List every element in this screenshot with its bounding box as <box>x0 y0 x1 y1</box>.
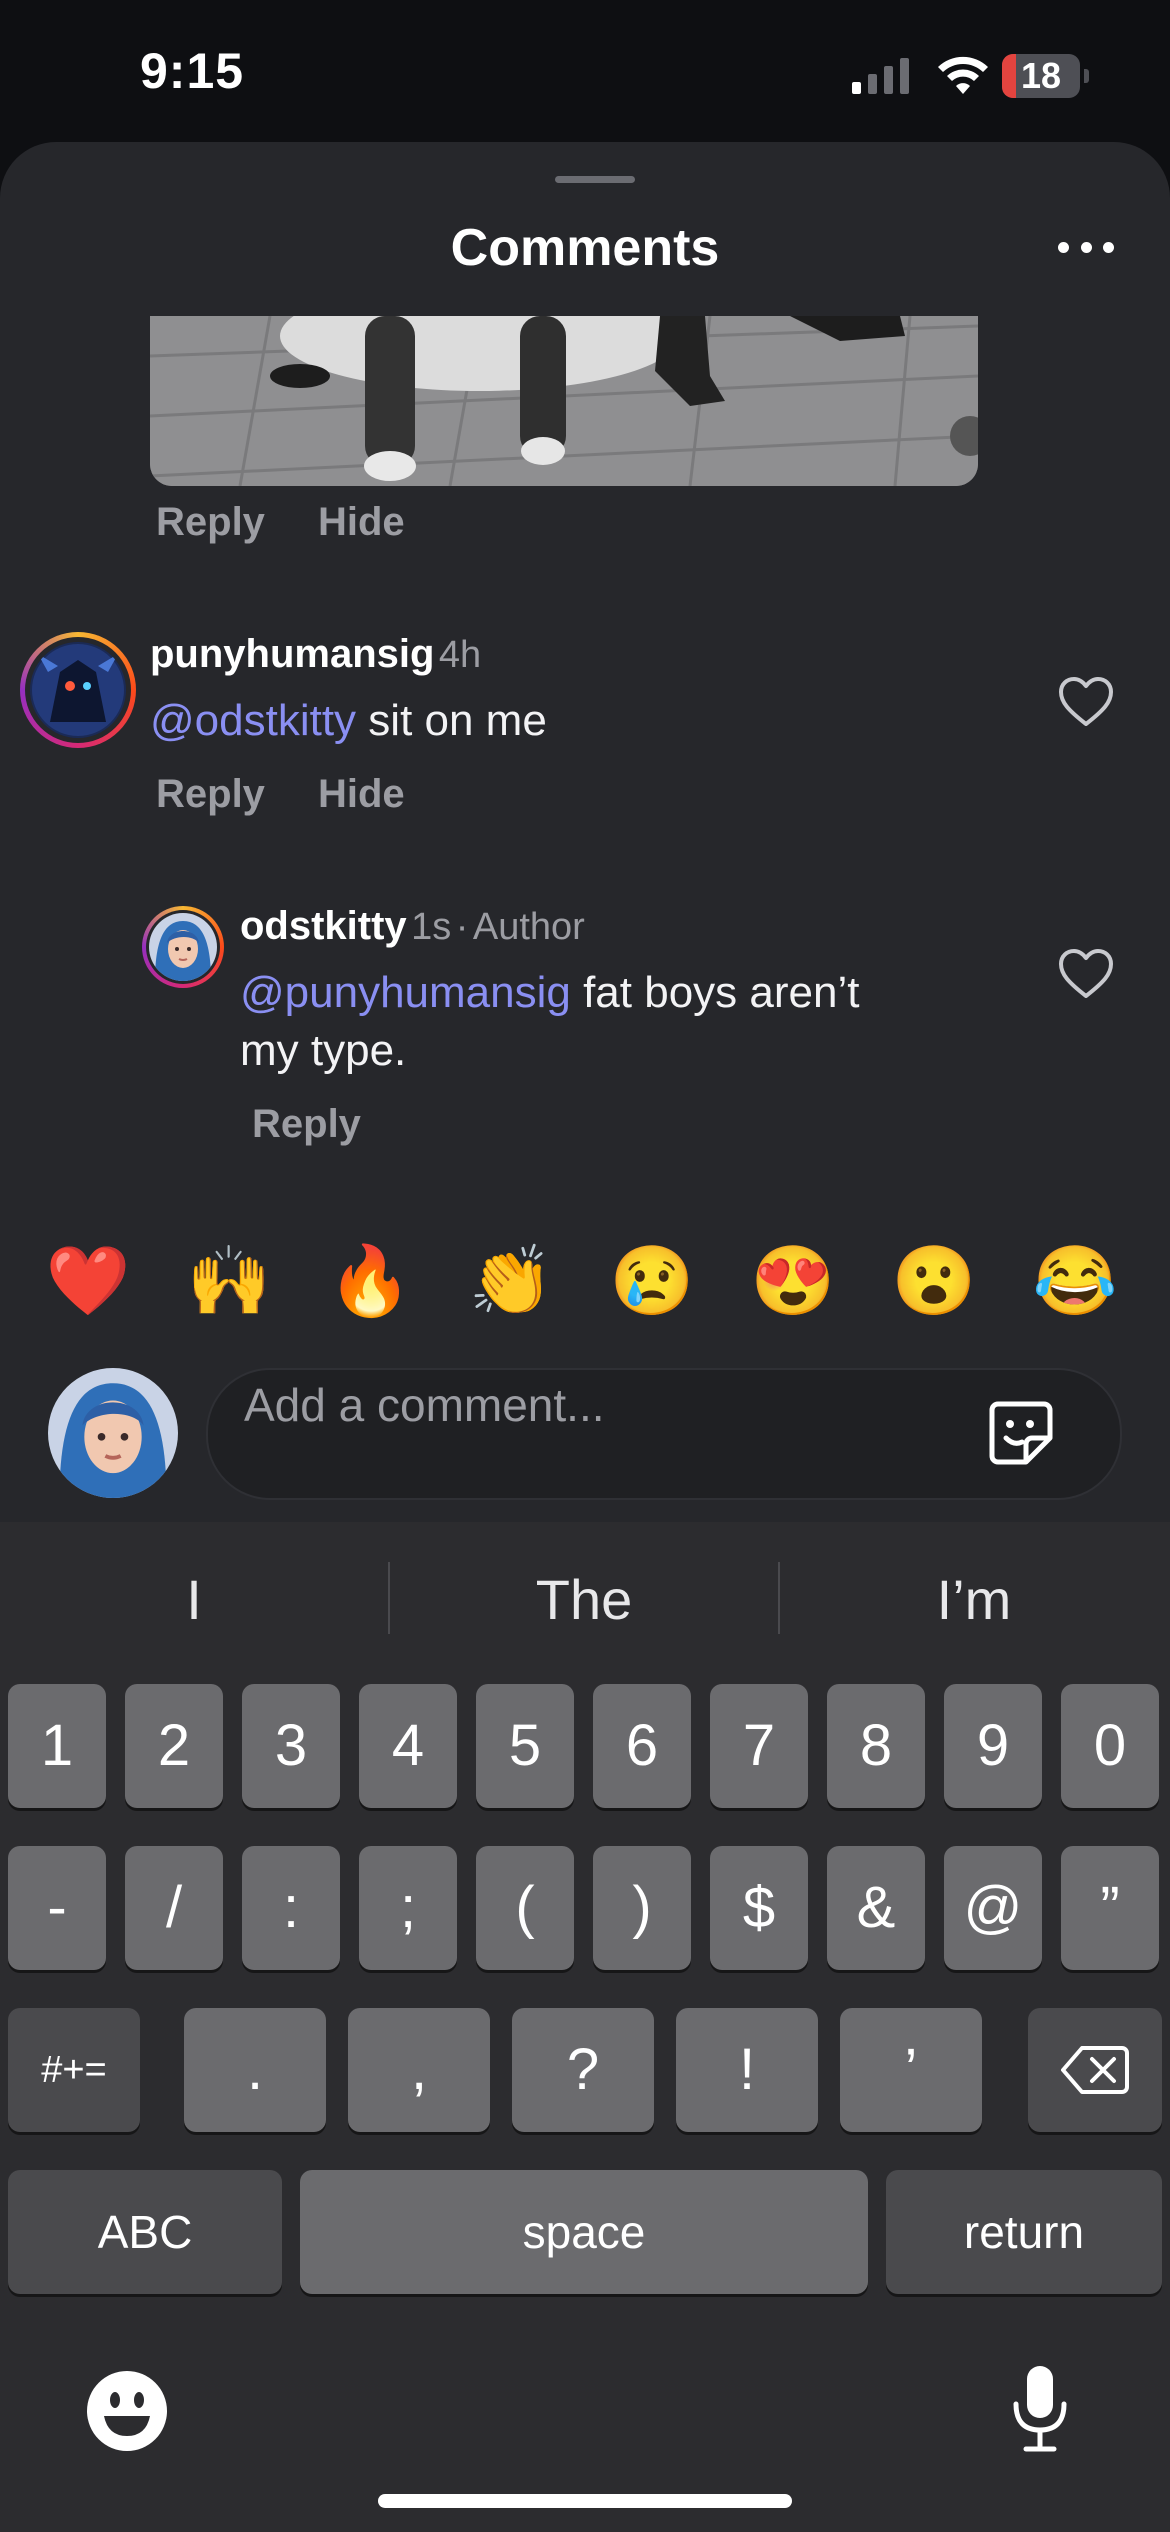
key-apostrophe[interactable]: ’ <box>840 2008 982 2132</box>
emoji-laughing[interactable]: 😂 <box>1030 1236 1120 1326</box>
key-hyphen[interactable]: - <box>8 1846 106 1970</box>
key-colon[interactable]: : <box>242 1846 340 1970</box>
comment-header: odstkitty 1s · Author <box>240 904 585 949</box>
emoji-reaction-bar: ❤️ 🙌 🔥 👏 😢 😍 😮 😂 <box>0 1236 1170 1326</box>
key-close-paren[interactable]: ) <box>593 1846 691 1970</box>
reply-button[interactable]: Reply <box>156 500 265 545</box>
battery-level: 18 <box>1020 55 1062 96</box>
sticker-icon[interactable] <box>986 1398 1056 1468</box>
battery-icon: 18 <box>1002 54 1092 98</box>
key-9[interactable]: 9 <box>944 1684 1042 1808</box>
key-8[interactable]: 8 <box>827 1684 925 1808</box>
microphone-icon[interactable] <box>1010 2364 1070 2454</box>
key-more-symbols[interactable]: #+= <box>8 2008 140 2132</box>
key-at[interactable]: @ <box>944 1846 1042 1970</box>
comment-body: sit on me <box>356 696 547 745</box>
key-6[interactable]: 6 <box>593 1684 691 1808</box>
key-5[interactable]: 5 <box>476 1684 574 1808</box>
mention-link[interactable]: @odstkitty <box>150 696 356 745</box>
reply-button[interactable]: Reply <box>252 1102 361 1147</box>
wifi-icon <box>938 56 988 94</box>
sheet-title: Comments <box>450 219 720 277</box>
emoji-surprised[interactable]: 😮 <box>889 1236 979 1326</box>
key-comma[interactable]: , <box>348 2008 490 2132</box>
key-4[interactable]: 4 <box>359 1684 457 1808</box>
emoji-fire[interactable]: 🔥 <box>325 1236 415 1326</box>
status-time: 9:15 <box>140 43 245 99</box>
key-abc[interactable]: ABC <box>8 2170 282 2294</box>
comment-header: punyhumansig 4h <box>150 632 481 677</box>
heart-icon[interactable] <box>1058 676 1114 728</box>
key-question[interactable]: ? <box>512 2008 654 2132</box>
key-ampersand[interactable]: & <box>827 1846 925 1970</box>
comment-text: @odstkitty sit on me <box>150 692 547 750</box>
avatar[interactable] <box>20 632 136 748</box>
hide-button[interactable]: Hide <box>318 500 405 545</box>
key-slash[interactable]: / <box>125 1846 223 1970</box>
comment-body-line2: my type. <box>240 1026 407 1075</box>
comment-time: 4h <box>438 634 482 676</box>
emoji-heart[interactable]: ❤️ <box>43 1236 133 1326</box>
comment-time: 1s <box>411 906 452 948</box>
key-7[interactable]: 7 <box>710 1684 808 1808</box>
suggestion-2[interactable]: The <box>390 1560 778 1640</box>
comment-input-placeholder: Add a comment... <box>244 1379 605 1431</box>
suggestion-1[interactable]: I <box>0 1560 388 1640</box>
more-horizontal-icon[interactable] <box>1058 242 1114 256</box>
meta-separator: · <box>455 906 469 948</box>
mention-link[interactable]: @punyhumansig <box>240 968 571 1017</box>
key-dollar[interactable]: $ <box>710 1846 808 1970</box>
backspace-icon <box>1061 2046 1129 2094</box>
key-quote[interactable]: ” <box>1061 1846 1159 1970</box>
comment-text: @punyhumansig fat boys aren’t my type. <box>240 964 1000 1080</box>
key-2[interactable]: 2 <box>125 1684 223 1808</box>
author-badge: Author <box>472 906 585 948</box>
key-3[interactable]: 3 <box>242 1684 340 1808</box>
sheet-grabber[interactable] <box>555 176 635 183</box>
reply-button[interactable]: Reply <box>156 772 265 817</box>
avatar[interactable] <box>142 906 224 988</box>
heart-icon[interactable] <box>1058 948 1114 1000</box>
comment-media-image[interactable] <box>150 316 978 486</box>
comment-username[interactable]: odstkitty <box>240 904 407 948</box>
emoji-crying[interactable]: 😢 <box>607 1236 697 1326</box>
home-indicator[interactable] <box>378 2494 792 2508</box>
key-semicolon[interactable]: ; <box>359 1846 457 1970</box>
key-exclamation[interactable]: ! <box>676 2008 818 2132</box>
emoji-clap[interactable]: 👏 <box>466 1236 556 1326</box>
key-0[interactable]: 0 <box>1061 1684 1159 1808</box>
suggestion-3[interactable]: I’m <box>780 1560 1168 1640</box>
key-1[interactable]: 1 <box>8 1684 106 1808</box>
emoji-heart-eyes[interactable]: 😍 <box>748 1236 838 1326</box>
signal-icon <box>852 58 909 94</box>
return-key[interactable]: return <box>886 2170 1162 2294</box>
hide-button[interactable]: Hide <box>318 772 405 817</box>
comment-username[interactable]: punyhumansig <box>150 632 434 676</box>
emoji-raised-hands[interactable]: 🙌 <box>184 1236 274 1326</box>
key-period[interactable]: . <box>184 2008 326 2132</box>
key-open-paren[interactable]: ( <box>476 1846 574 1970</box>
avatar[interactable] <box>48 1368 178 1498</box>
emoji-icon[interactable] <box>86 2370 168 2452</box>
space-bar[interactable]: space <box>300 2170 868 2294</box>
backspace-key[interactable] <box>1028 2008 1162 2132</box>
comment-body-line1: fat boys aren’t <box>570 968 860 1017</box>
